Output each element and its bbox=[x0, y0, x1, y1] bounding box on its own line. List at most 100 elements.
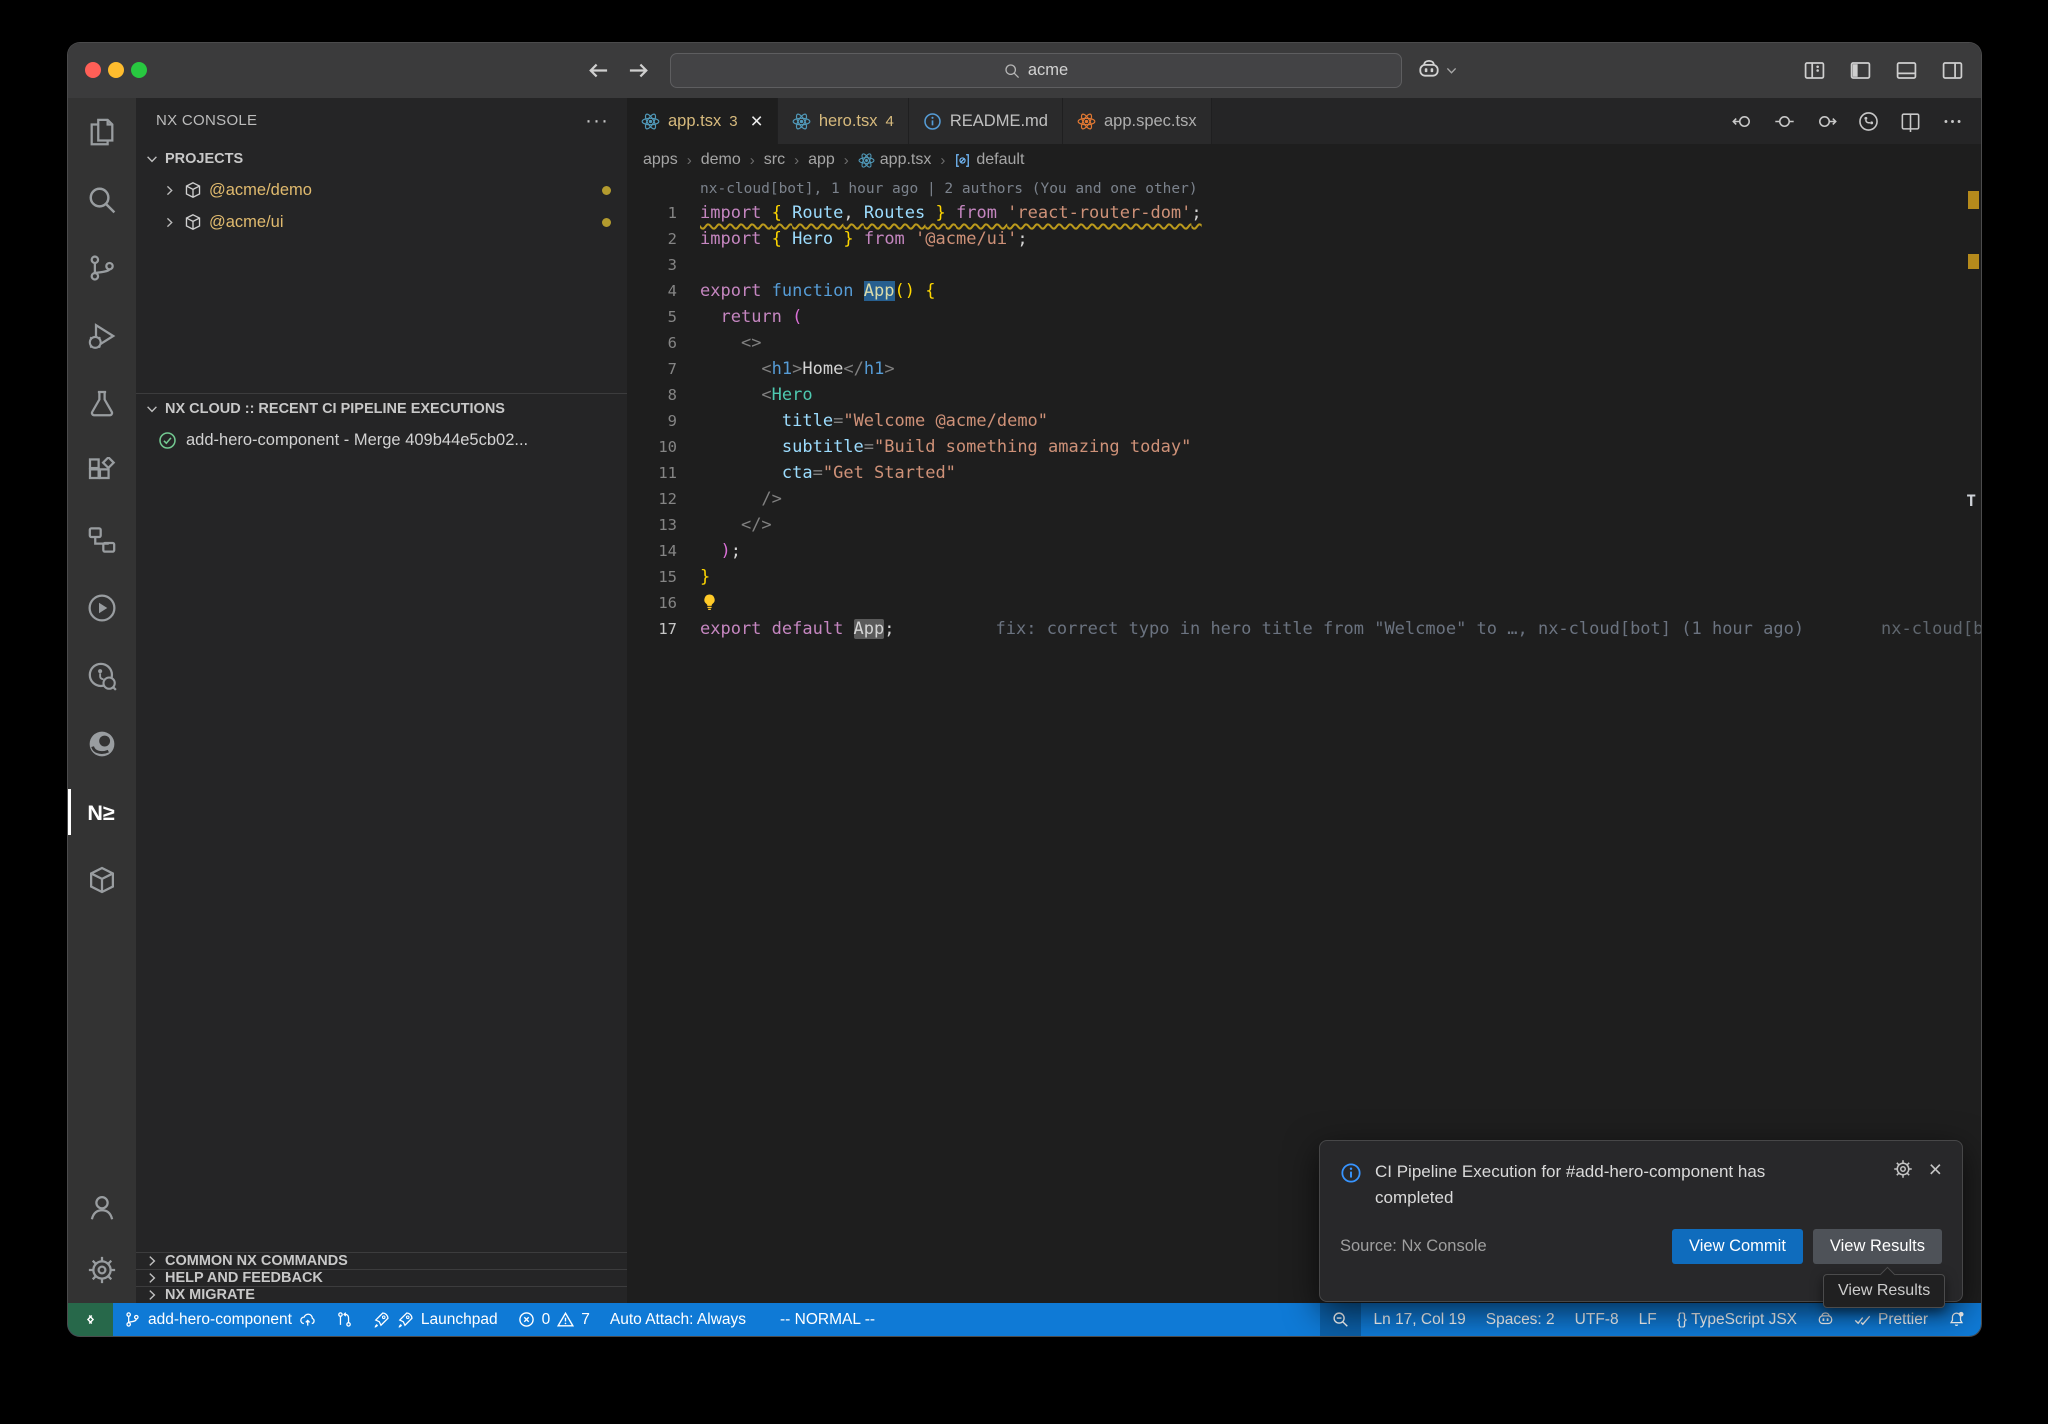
code-line-content[interactable]: <> bbox=[700, 330, 761, 356]
status-vim-mode[interactable]: -- NORMAL -- bbox=[770, 1303, 885, 1336]
line-number[interactable]: 7 bbox=[627, 356, 677, 382]
code-line-content[interactable]: </> bbox=[700, 512, 772, 538]
status-notifications-bell[interactable] bbox=[1938, 1303, 1975, 1336]
line-number[interactable]: 1 bbox=[627, 200, 677, 226]
line-number[interactable]: 12 bbox=[627, 486, 677, 512]
toggle-secondary-sidebar-icon[interactable] bbox=[1941, 59, 1964, 82]
code-line-content[interactable]: export function App() { bbox=[700, 278, 936, 304]
toggle-primary-sidebar-icon[interactable] bbox=[1849, 59, 1872, 82]
tab-app.spec.tsx[interactable]: app.spec.tsx bbox=[1063, 98, 1212, 144]
line-number[interactable]: 14 bbox=[627, 538, 677, 564]
code-line-content[interactable]: <h1>Home</h1> bbox=[700, 356, 895, 382]
tab-hero.tsx[interactable]: hero.tsx4 bbox=[778, 98, 909, 144]
activity-item-extensions[interactable] bbox=[68, 438, 136, 506]
notification-close-icon[interactable]: × bbox=[1929, 1159, 1942, 1179]
run-file-icon[interactable] bbox=[1858, 111, 1879, 132]
activity-item-source-control[interactable] bbox=[68, 234, 136, 302]
activity-item-accounts[interactable] bbox=[68, 1177, 136, 1239]
code-line-content[interactable]: subtitle="Build something amazing today" bbox=[700, 434, 1191, 460]
status-eol[interactable]: LF bbox=[1629, 1303, 1667, 1336]
notification-settings-gear-icon[interactable] bbox=[1893, 1159, 1913, 1179]
activity-item-search[interactable] bbox=[68, 166, 136, 234]
pane-header-common-nx-commands[interactable]: COMMON NX COMMANDS bbox=[136, 1252, 627, 1269]
nx-cloud-pane-header[interactable]: NX CLOUD :: RECENT CI PIPELINE EXECUTION… bbox=[136, 393, 627, 424]
code-line-content[interactable]: <Hero bbox=[700, 382, 813, 408]
status-auto-attach[interactable]: Auto Attach: Always bbox=[600, 1303, 756, 1336]
sidebar-more-actions-icon[interactable]: ··· bbox=[585, 116, 609, 126]
code-line-content[interactable]: import { Route, Routes } from 'react-rou… bbox=[700, 200, 1202, 226]
breadcrumb-item-demo[interactable]: demo bbox=[701, 151, 741, 169]
status-cursor-position[interactable]: Ln 17, Col 19 bbox=[1364, 1303, 1476, 1336]
status-language-mode[interactable]: {} TypeScript JSX bbox=[1667, 1303, 1807, 1336]
breadcrumb-item-app[interactable]: app bbox=[808, 151, 835, 169]
activity-item-edge-browser[interactable] bbox=[68, 710, 136, 778]
tab-README.md[interactable]: README.md bbox=[909, 98, 1063, 144]
line-number[interactable]: 8 bbox=[627, 382, 677, 408]
activity-item-nx-graph[interactable] bbox=[68, 506, 136, 574]
line-number[interactable]: 17 bbox=[627, 616, 677, 642]
code-line-content[interactable]: title="Welcome @acme/demo" bbox=[700, 408, 1048, 434]
line-number[interactable]: 3 bbox=[627, 252, 677, 278]
status-problems[interactable]: 07 bbox=[508, 1303, 600, 1336]
pane-header-nx-migrate[interactable]: NX MIGRATE bbox=[136, 1286, 627, 1303]
customize-layout-icon[interactable] bbox=[1803, 59, 1826, 82]
code-line-content[interactable]: } bbox=[700, 564, 710, 590]
code-editor[interactable]: nx-cloud[bot], 1 hour ago | 2 authors (Y… bbox=[627, 176, 1981, 1303]
line-number[interactable]: 10 bbox=[627, 434, 677, 460]
line-number[interactable]: 2 bbox=[627, 226, 677, 252]
line-number[interactable]: 5 bbox=[627, 304, 677, 330]
navigate-back-icon[interactable] bbox=[586, 58, 611, 83]
activity-item-code-inspect[interactable] bbox=[68, 642, 136, 710]
code-line-content[interactable]: import { Hero } from '@acme/ui'; bbox=[700, 226, 1028, 252]
code-line-content[interactable] bbox=[700, 590, 719, 616]
line-number[interactable]: 9 bbox=[627, 408, 677, 434]
status-compare-changes[interactable] bbox=[326, 1303, 363, 1336]
toggle-panel-icon[interactable] bbox=[1895, 59, 1918, 82]
project-item-@acme/demo[interactable]: @acme/demo bbox=[136, 174, 627, 206]
activity-item-testing[interactable] bbox=[68, 370, 136, 438]
navigate-forward-icon[interactable] bbox=[626, 58, 651, 83]
minimize-window-button[interactable] bbox=[108, 62, 124, 78]
close-tab-icon[interactable]: × bbox=[751, 111, 763, 132]
tab-app.tsx[interactable]: app.tsx3× bbox=[627, 98, 778, 144]
status-remote-indicator[interactable] bbox=[68, 1303, 113, 1336]
line-number[interactable]: 6 bbox=[627, 330, 677, 356]
code-line-content[interactable]: return ( bbox=[700, 304, 802, 330]
pipeline-execution-item[interactable]: add-hero-component - Merge 409b44e5cb02.… bbox=[136, 424, 627, 456]
view-results-button[interactable]: View Results bbox=[1813, 1229, 1942, 1264]
breadcrumb-item-app.tsx[interactable]: app.tsx bbox=[858, 151, 932, 169]
pane-header-help-and-feedback[interactable]: HELP AND FEEDBACK bbox=[136, 1269, 627, 1286]
activity-item-nx-cloud[interactable] bbox=[68, 846, 136, 914]
line-number[interactable]: 16 bbox=[627, 590, 677, 616]
activity-item-settings[interactable] bbox=[68, 1239, 136, 1301]
code-line-content[interactable]: export default App;fix: correct typo in … bbox=[700, 616, 1804, 642]
activity-item-run-debug[interactable] bbox=[68, 302, 136, 370]
projects-pane-header[interactable]: PROJECTS bbox=[136, 143, 627, 174]
close-window-button[interactable] bbox=[85, 62, 101, 78]
zoom-window-button[interactable] bbox=[131, 62, 147, 78]
status-encoding[interactable]: UTF-8 bbox=[1565, 1303, 1629, 1336]
activity-item-explorer[interactable] bbox=[68, 98, 136, 166]
line-number[interactable]: 11 bbox=[627, 460, 677, 486]
navigate-forward-circle-icon[interactable] bbox=[1816, 111, 1837, 132]
view-commit-button[interactable]: View Commit bbox=[1672, 1229, 1803, 1264]
breadcrumb-item-apps[interactable]: apps bbox=[643, 151, 678, 169]
status-branch[interactable]: add-hero-component bbox=[114, 1303, 326, 1336]
command-center-search[interactable]: acme bbox=[670, 53, 1402, 88]
navigate-position-icon[interactable] bbox=[1774, 111, 1795, 132]
navigate-back-circle-icon[interactable] bbox=[1732, 111, 1753, 132]
breadcrumb-item-src[interactable]: src bbox=[764, 151, 785, 169]
code-line-content[interactable]: cta="Get Started" bbox=[700, 460, 956, 486]
project-item-@acme/ui[interactable]: @acme/ui bbox=[136, 206, 627, 238]
status-indentation[interactable]: Spaces: 2 bbox=[1476, 1303, 1565, 1336]
more-actions-icon[interactable] bbox=[1942, 111, 1963, 132]
line-number[interactable]: 13 bbox=[627, 512, 677, 538]
status-zoom-indicator[interactable] bbox=[1320, 1303, 1361, 1336]
activity-item-nx-console[interactable] bbox=[68, 778, 136, 846]
copilot-menu[interactable] bbox=[1417, 58, 1459, 82]
line-number[interactable]: 15 bbox=[627, 564, 677, 590]
code-line-content[interactable]: /> bbox=[700, 486, 782, 512]
line-number[interactable]: 4 bbox=[627, 278, 677, 304]
activity-item-run-tasks[interactable] bbox=[68, 574, 136, 642]
code-line-content[interactable]: ); bbox=[700, 538, 741, 564]
